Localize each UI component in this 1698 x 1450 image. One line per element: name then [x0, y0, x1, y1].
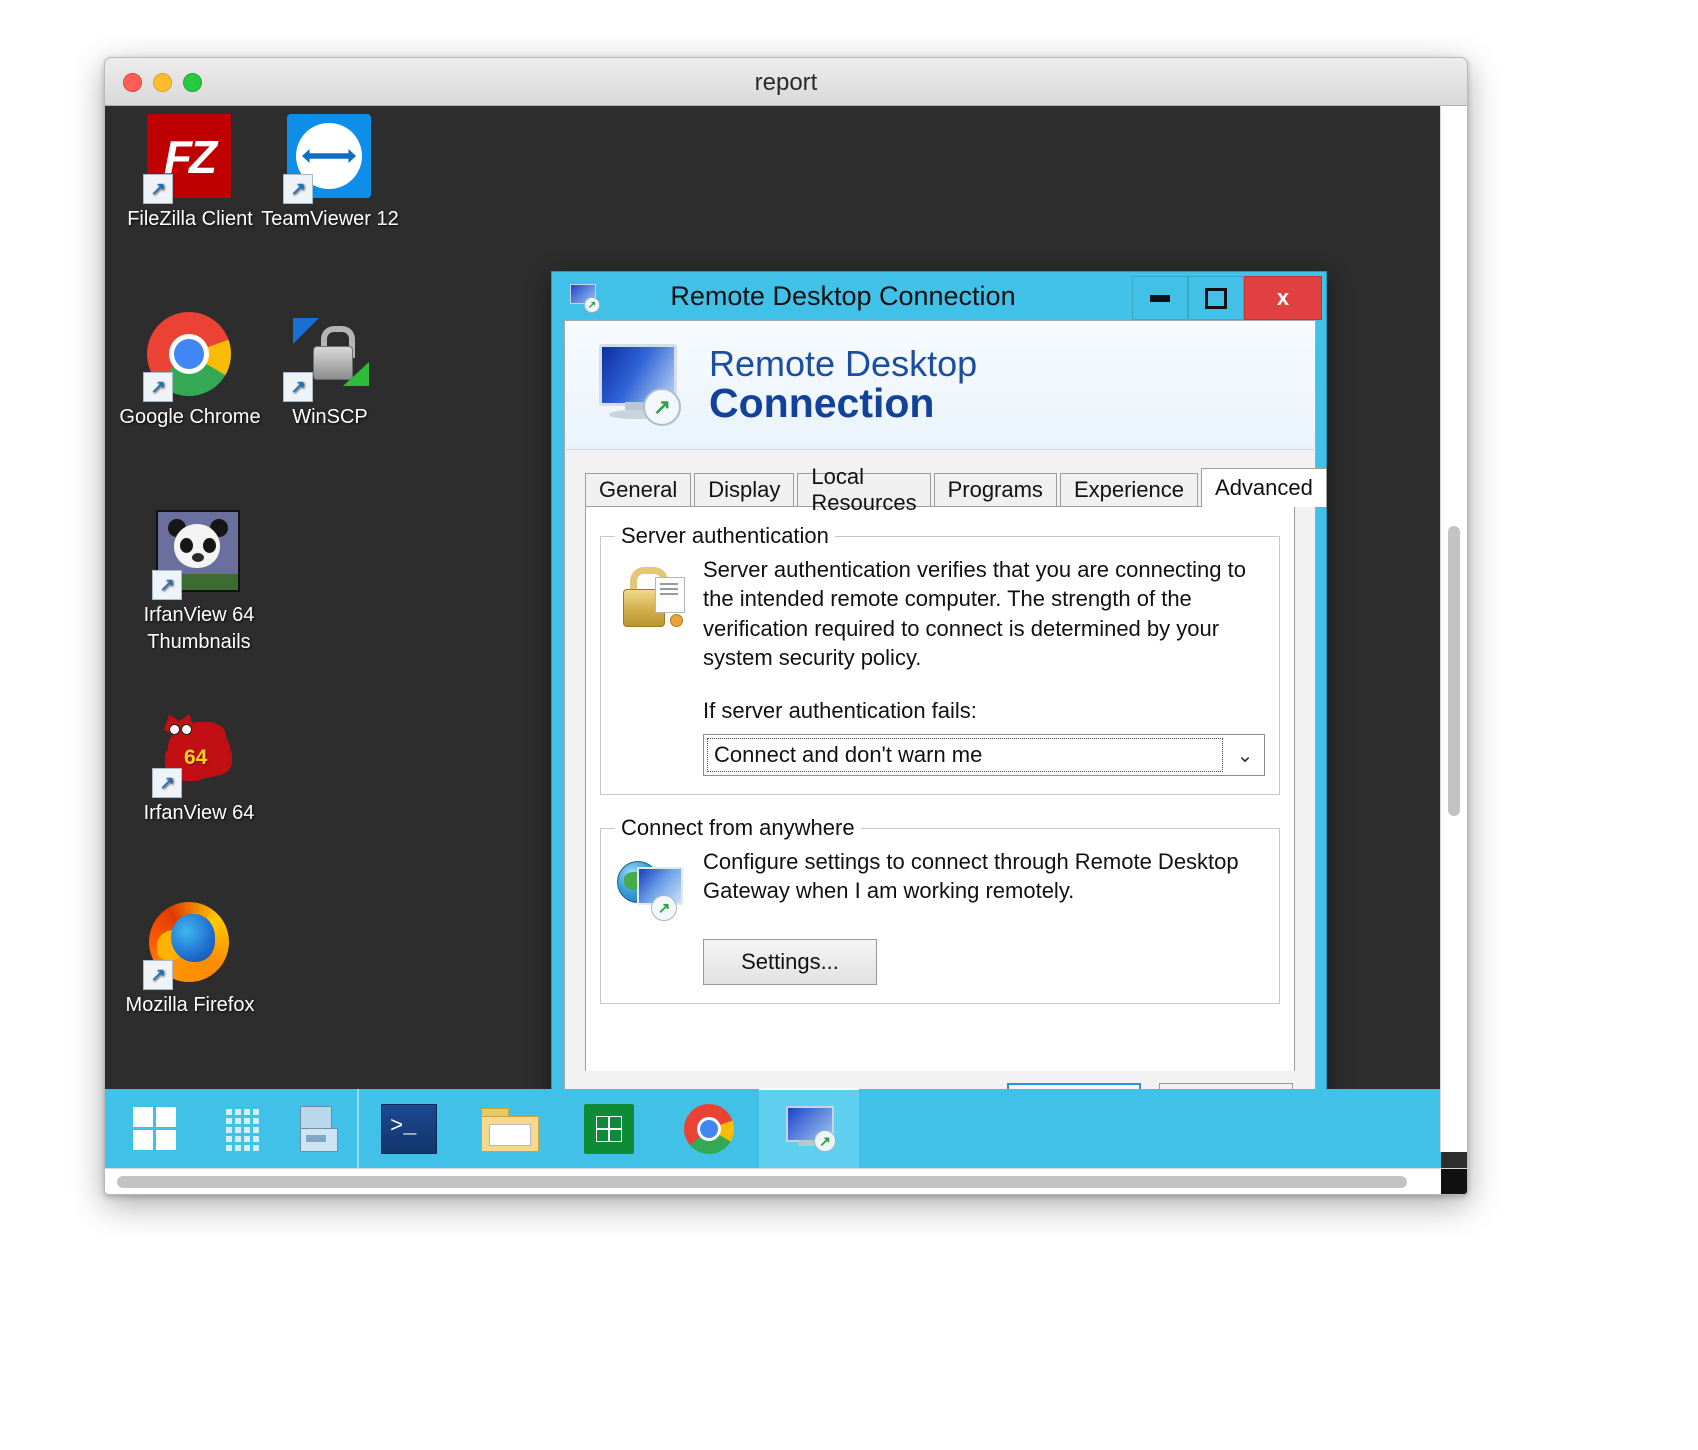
tab-experience[interactable]: Experience	[1059, 473, 1199, 506]
rdc-maximize-button[interactable]	[1188, 276, 1244, 320]
winscp-icon: ↗	[283, 312, 373, 402]
shortcut-arrow-icon: ↗	[152, 570, 182, 600]
server-authentication-group: Server authentication Server authenticat…	[600, 523, 1280, 795]
desktop-icon-winscp[interactable]: ↗ WinSCP	[255, 312, 405, 431]
tab-display[interactable]: Display	[694, 473, 795, 506]
taskbar-powershell[interactable]	[359, 1089, 459, 1169]
rdc-close-button[interactable]: x	[1244, 276, 1322, 320]
rdc-content: General Display Local Resources Programs…	[565, 450, 1327, 1078]
firefox-icon: ↗	[143, 900, 233, 990]
desktop-icon-label: IrfanView 64 Thumbnails	[143, 604, 255, 653]
rdc-banner-line1: Remote Desktop	[709, 342, 978, 384]
desktop-icon-label: IrfanView 64	[143, 802, 255, 824]
vertical-scrollbar-thumb[interactable]	[1448, 526, 1460, 816]
taskbar-server-manager[interactable]	[281, 1089, 357, 1169]
taskbar-app-launcher[interactable]	[205, 1089, 281, 1169]
server-authentication-description: Server authentication verifies that you …	[703, 557, 1246, 670]
windows-logo-icon	[133, 1107, 177, 1151]
server-authentication-failure-dropdown[interactable]: Connect and don't warn me ⌄	[703, 734, 1265, 776]
connect-from-anywhere-group: Connect from anywhere ↗ Configure settin…	[600, 815, 1280, 1004]
chrome-icon	[684, 1104, 734, 1154]
desktop-icon-chrome[interactable]: ↗ Google Chrome	[115, 312, 265, 431]
tab-local-resources[interactable]: Local Resources	[797, 464, 931, 515]
rdp-badge-icon: ↗	[651, 895, 677, 921]
rdc-banner-text: Remote Desktop Connection	[709, 345, 977, 425]
remote-desktop-logo-icon: ↗	[593, 340, 683, 430]
rdp-icon: ↗	[782, 1106, 836, 1154]
rdc-banner-line2: Connection	[709, 380, 935, 427]
rdc-titlebar: ↗ Remote Desktop Connection x	[552, 272, 1326, 320]
desktop-icon-label: FileZilla Client	[127, 208, 253, 230]
horizontal-scrollbar-thumb[interactable]	[117, 1176, 1407, 1188]
powershell-icon	[381, 1104, 437, 1154]
rdc-tab-bar: General Display Local Resources Programs…	[585, 464, 1327, 515]
irfanview-version-badge: 64	[184, 746, 208, 769]
desktop-icon-irfanview[interactable]: 64 ↗ IrfanView 64	[113, 708, 285, 827]
taskbar-file-explorer[interactable]	[459, 1089, 559, 1169]
shortcut-arrow-icon: ↗	[143, 174, 173, 204]
chevron-down-icon[interactable]: ⌄	[1226, 736, 1264, 774]
desktop-icon-label: WinSCP	[292, 406, 368, 428]
mac-window-title: report	[754, 69, 818, 96]
rdc-minimize-button[interactable]	[1132, 276, 1188, 320]
server-manager-icon	[294, 1104, 344, 1154]
rdc-banner: ↗ Remote Desktop Connection	[565, 321, 1315, 450]
windows-desktop: ↗ FileZilla Client ↗ TeamViewer 12	[105, 106, 1441, 1169]
shortcut-arrow-icon: ↗	[283, 174, 313, 204]
file-explorer-icon	[481, 1106, 539, 1152]
desktop-icon-label: Mozilla Firefox	[125, 994, 255, 1016]
server-authentication-fails-label: If server authentication fails:	[703, 698, 977, 723]
taskbar-google-chrome[interactable]	[659, 1089, 759, 1169]
padlock-certificate-icon	[615, 561, 685, 631]
shortcut-arrow-icon: ↗	[143, 960, 173, 990]
irfanview-icon: 64 ↗	[152, 708, 242, 798]
teamviewer-icon: ↗	[283, 114, 373, 204]
tab-programs[interactable]: Programs	[933, 473, 1057, 506]
windows-taskbar: ↗	[105, 1088, 1441, 1169]
desktop-icon-teamviewer[interactable]: ↗ TeamViewer 12	[255, 114, 405, 233]
filezilla-icon: ↗	[143, 114, 233, 204]
desktop-icon-label: Google Chrome	[119, 406, 261, 428]
connect-from-anywhere-description: Configure settings to connect through Re…	[703, 849, 1239, 904]
gateway-settings-button[interactable]: Settings...	[703, 939, 877, 985]
server-authentication-legend: Server authentication	[621, 523, 829, 548]
mac-window-body: ↗ FileZilla Client ↗ TeamViewer 12	[105, 106, 1467, 1194]
desktop-icon-firefox[interactable]: ↗ Mozilla Firefox	[115, 900, 265, 1019]
desktop-icon-label: TeamViewer 12	[261, 208, 399, 230]
dots-grid-icon	[226, 1109, 260, 1151]
vertical-scrollbar[interactable]	[1440, 106, 1467, 1152]
connect-from-anywhere-legend: Connect from anywhere	[621, 815, 855, 840]
rdc-window-controls: x	[1132, 276, 1322, 320]
shortcut-arrow-icon: ↗	[283, 372, 313, 402]
gateway-globe-icon: ↗	[615, 853, 685, 923]
remote-desktop-connection-dialog: ↗ Remote Desktop Connection x ↗ Remote D…	[551, 271, 1327, 1155]
desktop-icon-filezilla[interactable]: ↗ FileZilla Client	[115, 114, 265, 233]
taskbar-microsoft-store[interactable]	[559, 1089, 659, 1169]
tab-general[interactable]: General	[585, 473, 692, 506]
screen-root: report ↗ FileZilla Client ↗	[0, 0, 1698, 1450]
rdp-badge-icon: ↗	[643, 388, 681, 426]
chrome-icon: ↗	[143, 312, 233, 402]
rdc-window-body: ↗ Remote Desktop Connection General Disp…	[564, 320, 1327, 1144]
scrollbar-corner	[1441, 1169, 1467, 1194]
mac-window: report ↗ FileZilla Client ↗	[104, 57, 1468, 1195]
desktop-icon-irfanview-thumbnails[interactable]: ↗ IrfanView 64 Thumbnails	[113, 510, 285, 656]
taskbar-start-button[interactable]	[105, 1089, 205, 1169]
taskbar-remote-desktop-connection[interactable]: ↗	[759, 1088, 859, 1169]
dropdown-selected-value: Connect and don't warn me	[707, 738, 1223, 772]
irfanview-thumbnails-icon: ↗	[152, 510, 242, 600]
horizontal-scrollbar[interactable]	[105, 1168, 1467, 1194]
tab-advanced[interactable]: Advanced	[1201, 468, 1327, 507]
store-icon	[584, 1104, 634, 1154]
mac-titlebar: report	[105, 58, 1467, 106]
shortcut-arrow-icon: ↗	[152, 768, 182, 798]
shortcut-arrow-icon: ↗	[143, 372, 173, 402]
tab-panel-advanced: Server authentication Server authenticat…	[585, 506, 1295, 1078]
